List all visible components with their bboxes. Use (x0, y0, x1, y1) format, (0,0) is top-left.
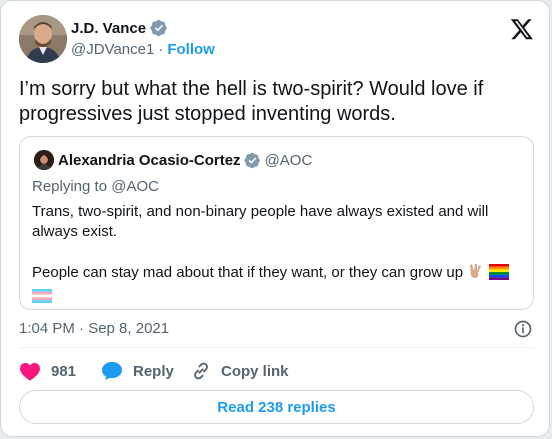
quoted-author-name[interactable]: Alexandria Ocasio-Cortez (58, 152, 241, 169)
follow-button[interactable]: Follow (167, 41, 215, 58)
action-bar: 981 Reply Copy link (19, 359, 289, 383)
heart-icon (20, 363, 40, 381)
reply-label: Reply (133, 362, 174, 380)
quoted-author-avatar[interactable] (34, 150, 54, 170)
copy-link-label: Copy link (221, 362, 289, 380)
quoted-paragraph-1: Trans, two-spirit, and non-binary people… (32, 203, 489, 240)
quoted-paragraph-2-text: People can stay mad about that if they w… (32, 264, 464, 281)
tweet-text: I’m sorry but what the hell is two-spiri… (19, 78, 484, 125)
replying-to: Replying to @AOC (32, 178, 159, 195)
like-count: 981 (51, 362, 77, 380)
tweet-card: J.D. Vance @JDVance1 · Follow I’m sorry … (0, 0, 550, 437)
info-icon[interactable] (513, 319, 533, 339)
quoted-paragraph-2: People can stay mad about that if they w… (32, 262, 512, 309)
quoted-tweet[interactable]: Alexandria Ocasio-Cortez @AOC Replying t… (19, 136, 534, 310)
like-button[interactable]: 981 (19, 361, 101, 381)
transgender-flag-emoji (32, 289, 52, 309)
victory-hand-emoji (467, 262, 485, 286)
quoted-tweet-text: Trans, two-spirit, and non-binary people… (32, 202, 512, 309)
verified-badge-icon (150, 19, 167, 37)
divider (19, 347, 534, 348)
x-logo-icon[interactable] (510, 17, 534, 41)
separator-dot: · (158, 41, 164, 58)
reply-bubble-icon (102, 361, 122, 381)
copy-link-button[interactable]: Copy link (191, 361, 289, 381)
author-handle[interactable]: @JDVance1 (71, 41, 154, 58)
rainbow-flag-emoji (489, 264, 510, 286)
author-name[interactable]: J.D. Vance (71, 20, 146, 37)
read-replies-button[interactable]: Read 238 replies (19, 390, 534, 424)
verified-badge-icon (244, 152, 260, 168)
author-avatar[interactable] (19, 15, 67, 63)
reply-button[interactable]: Reply (101, 361, 191, 381)
link-icon (194, 362, 208, 380)
tweet-timestamp[interactable]: 1:04 PM · Sep 8, 2021 (19, 320, 169, 337)
quoted-author-handle[interactable]: @AOC (265, 152, 313, 169)
